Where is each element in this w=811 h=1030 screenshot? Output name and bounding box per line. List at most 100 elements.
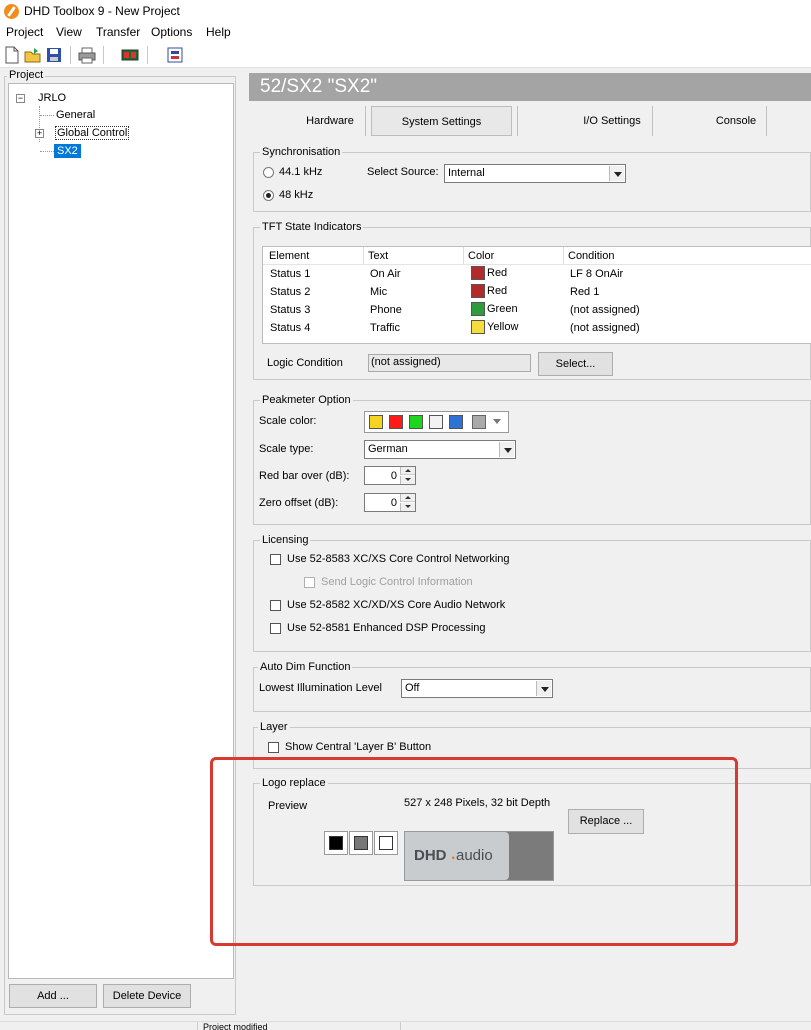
project-panel-title: Project xyxy=(7,69,46,81)
print-icon[interactable] xyxy=(78,46,96,64)
row1-text: On Air xyxy=(370,268,401,280)
color-swatch xyxy=(471,320,485,334)
row2-color: Red xyxy=(487,285,508,297)
tab-io-settings[interactable]: I/O Settings xyxy=(572,104,652,138)
red-bar-spinner[interactable]: 0 xyxy=(364,466,416,485)
new-file-icon[interactable] xyxy=(3,46,21,64)
license-core-control-checkbox[interactable] xyxy=(270,554,281,565)
logic-condition-label: Logic Condition xyxy=(267,357,343,369)
illumination-dropdown[interactable]: Off xyxy=(401,679,553,698)
scale-color-red[interactable] xyxy=(389,415,403,429)
logic-condition-value: (not assigned) xyxy=(371,356,441,368)
radio-48k[interactable] xyxy=(263,190,274,201)
row1-element: Status 1 xyxy=(270,268,311,280)
col-color[interactable]: Color xyxy=(468,250,494,262)
scale-color-blue[interactable] xyxy=(449,415,463,429)
config-icon[interactable] xyxy=(166,46,184,64)
scale-type-value: German xyxy=(368,443,408,455)
app-icon xyxy=(4,4,19,19)
tft-table: Element Text Color Condition Status 1 On… xyxy=(262,246,811,344)
title-bar: DHD Toolbox 9 - New Project xyxy=(0,0,811,24)
zero-offset-spinner[interactable]: 0 xyxy=(364,493,416,512)
row2-element: Status 2 xyxy=(270,286,311,298)
spin-up-icon[interactable] xyxy=(400,467,415,475)
select-source-label: Select Source: xyxy=(367,166,439,178)
scale-type-label: Scale type: xyxy=(259,443,314,455)
scale-type-dropdown[interactable]: German xyxy=(364,440,516,459)
spin-down-icon[interactable] xyxy=(400,503,415,511)
scale-color-picker[interactable] xyxy=(364,411,509,433)
layer-b-label: Show Central 'Layer B' Button xyxy=(285,741,432,753)
col-element[interactable]: Element xyxy=(269,250,309,262)
license-audio-network-label: Use 52-8582 XC/XD/XS Core Audio Network xyxy=(287,599,506,611)
expand-icon[interactable]: + xyxy=(35,129,44,138)
logic-condition-field: (not assigned) xyxy=(368,354,531,372)
chevron-down-icon[interactable] xyxy=(493,419,501,424)
row3-element: Status 3 xyxy=(270,304,311,316)
color-swatch xyxy=(471,284,485,298)
illumination-label: Lowest Illumination Level xyxy=(259,682,382,694)
custom-color-icon[interactable] xyxy=(472,415,486,429)
project-tree[interactable]: − JRLO General + Global Control SX2 xyxy=(8,83,234,979)
menu-transfer[interactable]: Transfer xyxy=(96,25,140,39)
delete-device-button[interactable]: Delete Device xyxy=(103,984,191,1008)
red-bar-value: 0 xyxy=(390,470,397,482)
add-device-button[interactable]: Add ... xyxy=(9,984,97,1008)
menu-view[interactable]: View xyxy=(56,25,82,39)
layer-title: Layer xyxy=(258,721,290,733)
tft-title: TFT State Indicators xyxy=(260,221,364,233)
device-icon[interactable] xyxy=(121,46,139,64)
tree-item-sx2[interactable]: SX2 xyxy=(54,144,81,158)
license-core-control-label: Use 52-8583 XC/XS Core Control Networkin… xyxy=(287,553,510,565)
radio-44k-label: 44.1 kHz xyxy=(279,166,323,178)
license-dsp-checkbox[interactable] xyxy=(270,623,281,634)
toolbar-separator xyxy=(147,46,148,64)
color-swatch xyxy=(471,266,485,280)
illumination-value: Off xyxy=(405,682,420,694)
col-condition[interactable]: Condition xyxy=(568,250,614,262)
sync-title: Synchronisation xyxy=(260,146,343,158)
send-logic-label: Send Logic Control Information xyxy=(321,576,473,588)
scale-color-label: Scale color: xyxy=(259,415,317,427)
layer-b-checkbox[interactable] xyxy=(268,742,279,753)
tab-hardware[interactable]: Hardware xyxy=(290,104,370,138)
license-audio-network-checkbox[interactable] xyxy=(270,600,281,611)
source-dropdown[interactable]: Internal xyxy=(444,164,626,183)
send-logic-checkbox xyxy=(304,577,315,588)
scale-color-yellow[interactable] xyxy=(369,415,383,429)
peakmeter-title: Peakmeter Option xyxy=(260,394,353,406)
save-icon[interactable] xyxy=(45,46,63,64)
spin-down-icon[interactable] xyxy=(400,476,415,484)
tree-item-global-control[interactable]: Global Control xyxy=(55,126,130,140)
scale-color-white[interactable] xyxy=(429,415,443,429)
select-logic-button[interactable]: Select... xyxy=(538,352,613,376)
row1-condition: LF 8 OnAir xyxy=(570,268,624,280)
row4-condition: (not assigned) xyxy=(570,322,640,334)
toolbar-separator xyxy=(70,46,71,64)
row3-color: Green xyxy=(487,303,518,315)
radio-44k[interactable] xyxy=(263,167,274,178)
col-text[interactable]: Text xyxy=(368,250,388,262)
row3-condition: (not assigned) xyxy=(570,304,640,316)
scale-color-green[interactable] xyxy=(409,415,423,429)
license-dsp-label: Use 52-8581 Enhanced DSP Processing xyxy=(287,622,486,634)
spin-up-icon[interactable] xyxy=(400,494,415,502)
tree-item-general[interactable]: General xyxy=(56,109,95,121)
menu-help[interactable]: Help xyxy=(206,25,231,39)
status-bar: Project modified xyxy=(0,1021,811,1030)
row4-element: Status 4 xyxy=(270,322,311,334)
tree-root[interactable]: JRLO xyxy=(38,92,66,104)
autodim-title: Auto Dim Function xyxy=(258,661,353,673)
menu-options[interactable]: Options xyxy=(151,25,192,39)
zero-offset-label: Zero offset (dB): xyxy=(259,497,339,509)
chevron-down-icon xyxy=(536,681,551,696)
licensing-title: Licensing xyxy=(260,534,311,546)
row2-text: Mic xyxy=(370,286,388,298)
open-folder-icon[interactable] xyxy=(24,46,42,64)
red-bar-label: Red bar over (dB): xyxy=(259,470,350,482)
menu-project[interactable]: Project xyxy=(6,25,43,39)
collapse-icon[interactable]: − xyxy=(16,94,25,103)
tab-console[interactable]: Console xyxy=(700,104,772,138)
tab-system-settings[interactable]: System Settings xyxy=(371,106,512,136)
chevron-down-icon xyxy=(499,442,514,457)
